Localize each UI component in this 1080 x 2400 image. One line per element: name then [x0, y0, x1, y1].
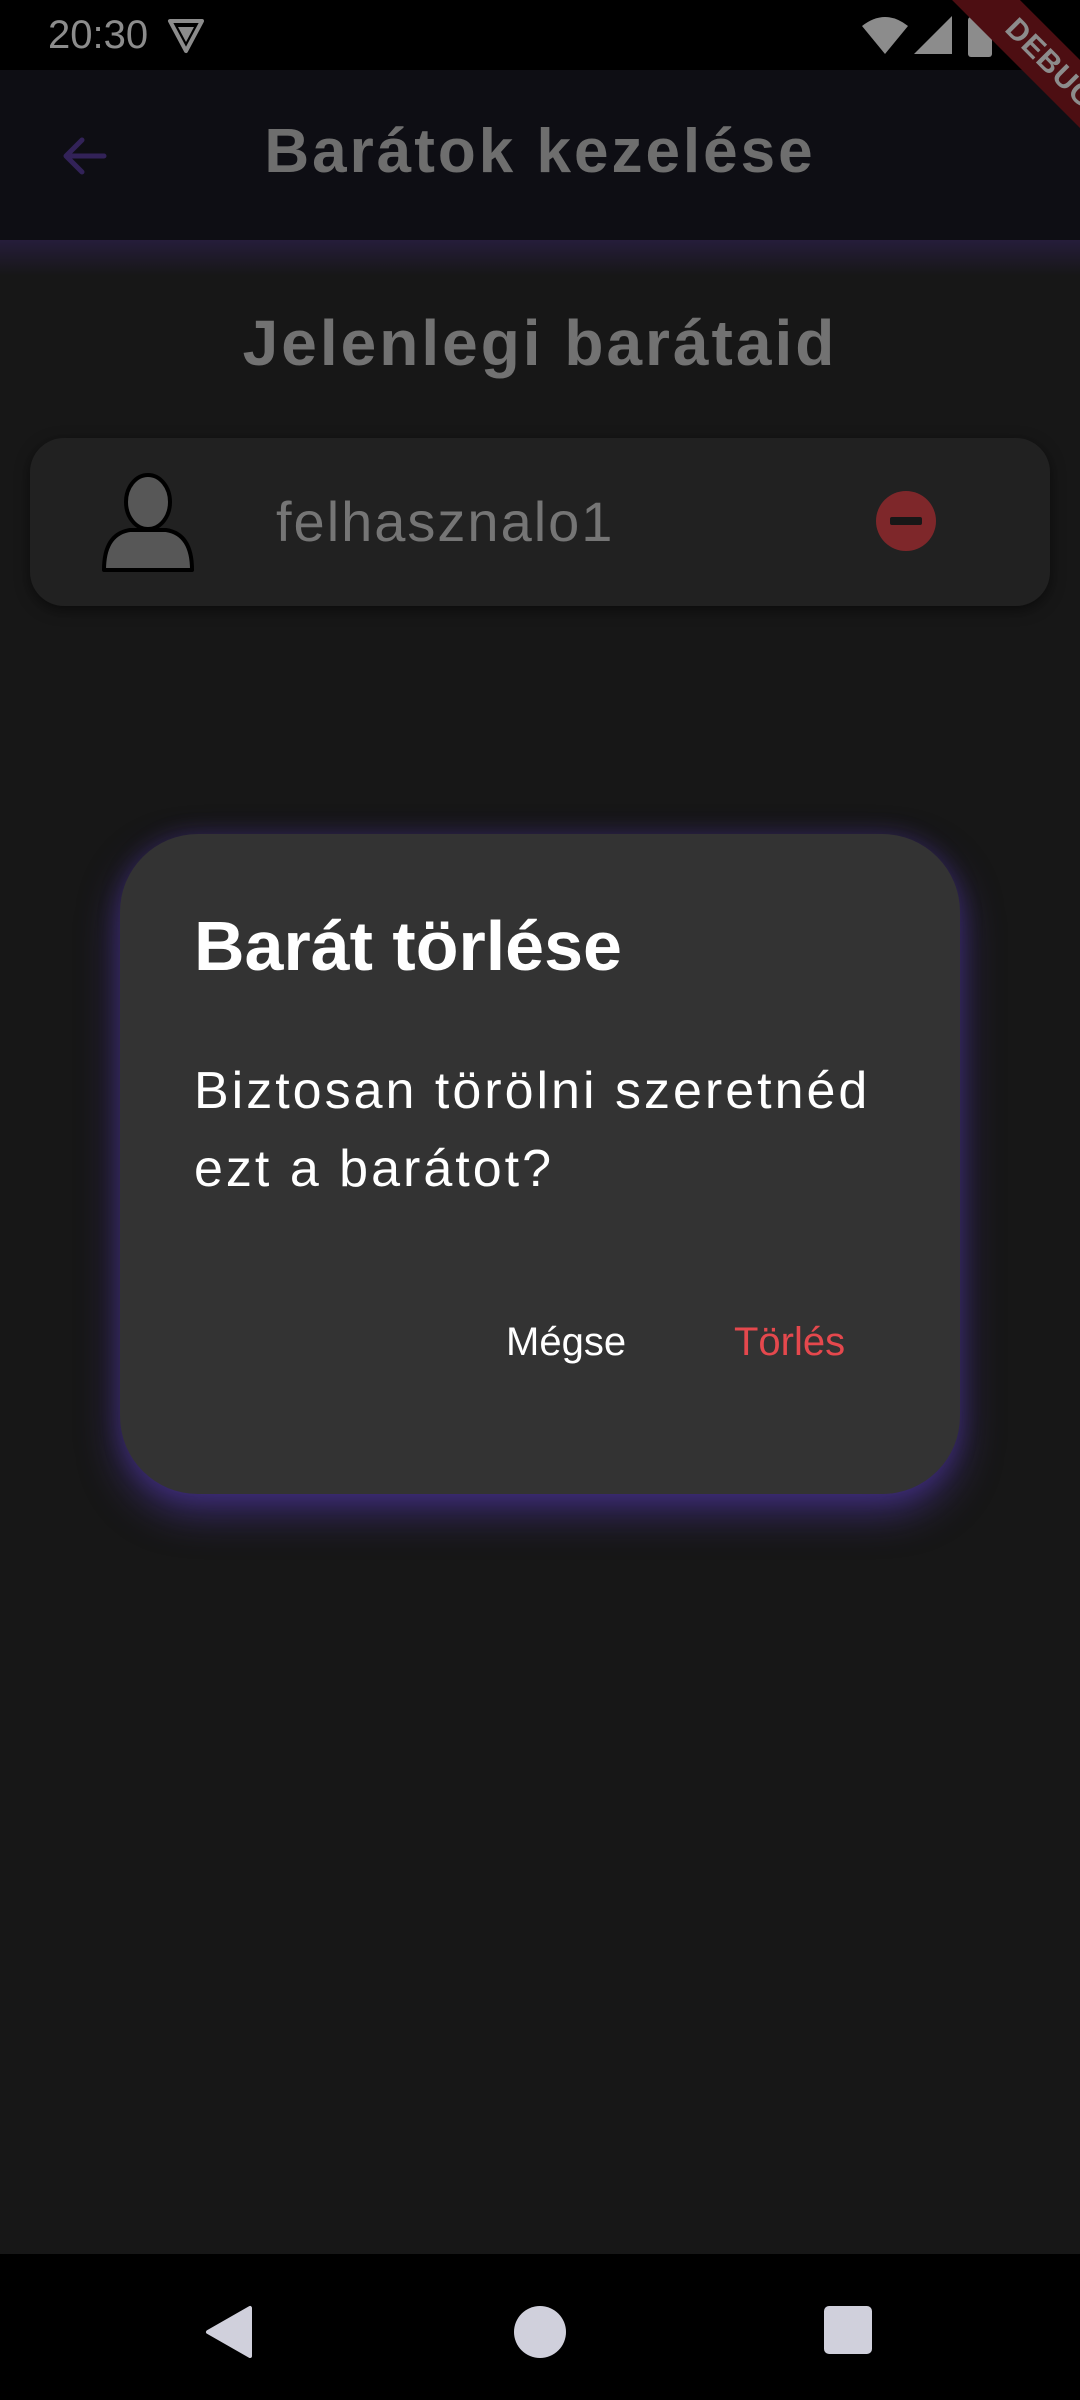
delete-friend-dialog: Barát törlése Biztosan törölni szeretnéd…: [120, 834, 960, 1494]
circle-home-icon[interactable]: [512, 2304, 568, 2360]
navigation-bar: [0, 2254, 1080, 2400]
dialog-message: Biztosan törölni szeretnéd ezt a barátot…: [194, 1062, 871, 1198]
triangle-back-icon[interactable]: [200, 2304, 256, 2360]
cancel-button[interactable]: Mégse: [506, 1312, 626, 1372]
dialog-title: Barát törlése: [194, 907, 622, 985]
delete-button[interactable]: Törlés: [734, 1312, 845, 1372]
square-recents-icon[interactable]: [822, 2304, 874, 2356]
